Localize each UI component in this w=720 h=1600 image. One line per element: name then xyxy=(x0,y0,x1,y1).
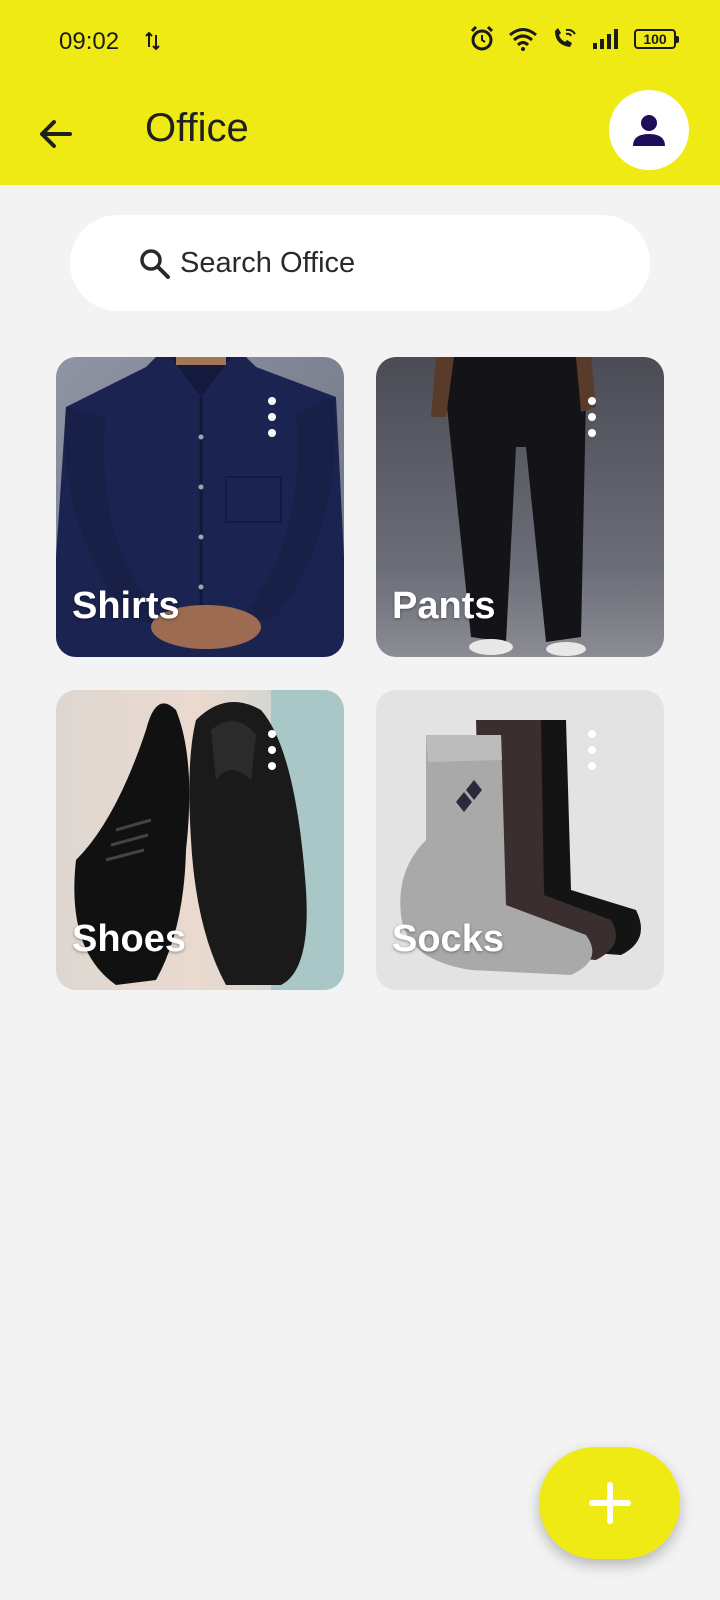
category-label: Socks xyxy=(392,918,504,960)
category-label: Pants xyxy=(392,585,496,627)
app-bar: Office xyxy=(0,84,720,185)
category-card-socks[interactable]: Socks xyxy=(376,690,664,990)
add-category-button[interactable] xyxy=(539,1447,680,1559)
more-vert-icon[interactable] xyxy=(580,730,604,770)
data-sync-icon xyxy=(145,31,160,51)
status-icons: 100 xyxy=(470,26,679,52)
search-icon xyxy=(140,249,170,279)
alarm-icon xyxy=(470,26,494,51)
signal-icon xyxy=(593,29,618,49)
search-bar[interactable]: Search Office xyxy=(70,215,650,311)
wifi-icon xyxy=(509,28,537,51)
plus-icon xyxy=(588,1482,631,1524)
category-card-shirts[interactable]: Shirts xyxy=(56,357,344,657)
battery-level: 100 xyxy=(643,31,667,47)
category-label: Shoes xyxy=(72,918,187,960)
status-time: 09:02 xyxy=(59,28,120,55)
more-vert-icon[interactable] xyxy=(260,397,284,437)
arrow-left-icon[interactable] xyxy=(34,112,78,156)
more-vert-icon[interactable] xyxy=(580,397,604,437)
battery-icon: 100 xyxy=(634,29,679,49)
status-bar: 09:02 100 xyxy=(0,0,720,84)
more-vert-icon[interactable] xyxy=(260,730,284,770)
person-icon xyxy=(633,115,665,146)
wifi-calling-icon xyxy=(555,28,576,47)
category-label: Shirts xyxy=(72,585,180,627)
page-title: Office xyxy=(145,106,249,150)
search-placeholder: Search Office xyxy=(180,247,356,279)
profile-button[interactable] xyxy=(609,90,689,170)
category-card-shoes[interactable]: Shoes xyxy=(56,690,344,990)
category-card-pants[interactable]: Pants xyxy=(376,357,664,657)
